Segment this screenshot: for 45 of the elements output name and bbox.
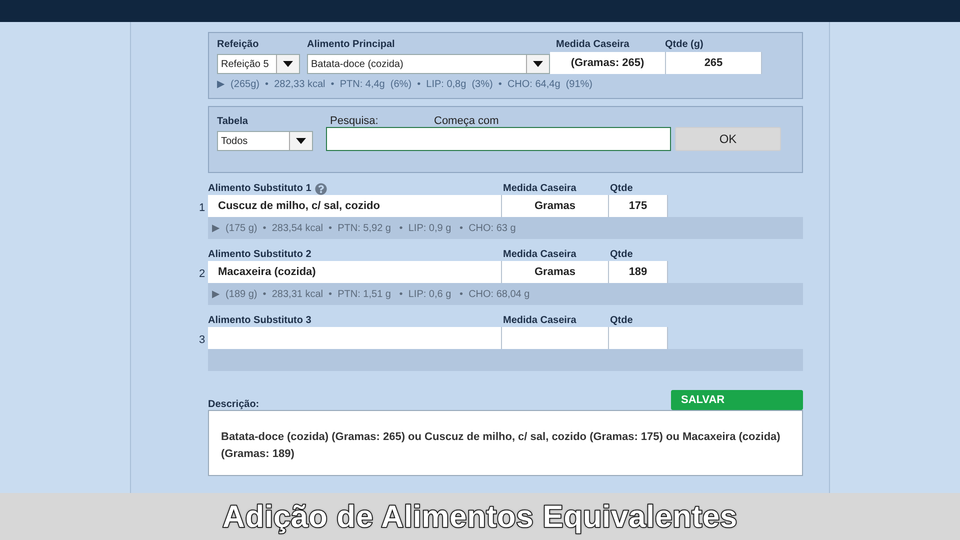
field-label: Medida Caseira [503,183,578,194]
description-text: Batata-doce (cozida) (Gramas: 265) ou Cuscuz de milho, c/ sal, cozido (Gramas: 175) ou Macaxeira (cozida) (Gramas: 189) [208,410,803,476]
nutrition-summary: ▶ (189 g) • 283,31 kcal • PTN: 1,51 g • LIP: 0,6 g • CHO: 68,04 g [212,288,530,300]
field-label: Qtde [610,183,633,194]
field-label: Alimento Principal [307,39,396,50]
quantity-field[interactable]: 265 [666,52,762,74]
caret-icon [296,138,306,144]
field-label: Qtde [610,249,633,260]
field-label: Qtde [610,315,633,326]
field-label: Alimento Substituto 2 [208,249,312,260]
row-number: 3 [199,334,206,346]
quantity-field[interactable]: 175 [609,195,668,217]
caret-icon [283,61,293,67]
field-label: Medida Caseira [556,39,630,50]
field-label: Alimento Substituto 1 [208,183,312,194]
food-field[interactable]: Macaxeira (cozida) [208,261,502,283]
row-number: 2 [199,268,206,280]
nutrition-summary: ▶ (265g) • 282,33 kcal • PTN: 4,4g (6%) • LIP: 0,8g (3%) • CHO: 64,4g (91%) [217,78,592,90]
meal-dropdown[interactable]: Refeição 5 [217,54,300,74]
field-label: Medida Caseira [503,249,578,260]
measure-field[interactable]: (Gramas: 265) [550,52,666,74]
row-number: 1 [199,202,206,214]
quantity-field[interactable] [609,327,668,349]
help-icon[interactable] [315,182,328,194]
table-dropdown[interactable]: Todos [217,131,313,151]
quantity-field[interactable]: 189 [609,261,668,283]
caret-icon [533,61,543,67]
search-mode-label: Começa com [434,115,499,127]
search-field[interactable] [326,127,671,151]
food-dropdown[interactable]: Batata-doce (cozida) [307,54,550,74]
ok-button[interactable]: OK [675,127,781,151]
nutrition-summary: ▶ (175 g) • 283,54 kcal • PTN: 5,92 g • LIP: 0,9 g • CHO: 63 g [212,222,516,234]
caption: Adição de Alimentos Equivalentes [222,498,738,534]
measure-field[interactable]: Gramas [502,261,609,283]
field-label: Qtde (g) [665,39,704,50]
field-label: Refeição [217,39,260,50]
description-label: Descrição: [208,399,260,410]
field-label: Medida Caseira [503,315,578,326]
field-label: Alimento Substituto 3 [208,315,312,326]
measure-field[interactable] [502,327,609,349]
measure-field[interactable]: Gramas [502,195,609,217]
food-field[interactable] [208,327,502,349]
search-label: Pesquisa: [330,115,380,127]
field-label: Tabela [217,116,249,127]
food-field[interactable]: Cuscuz de milho, c/ sal, cozido [208,195,502,217]
